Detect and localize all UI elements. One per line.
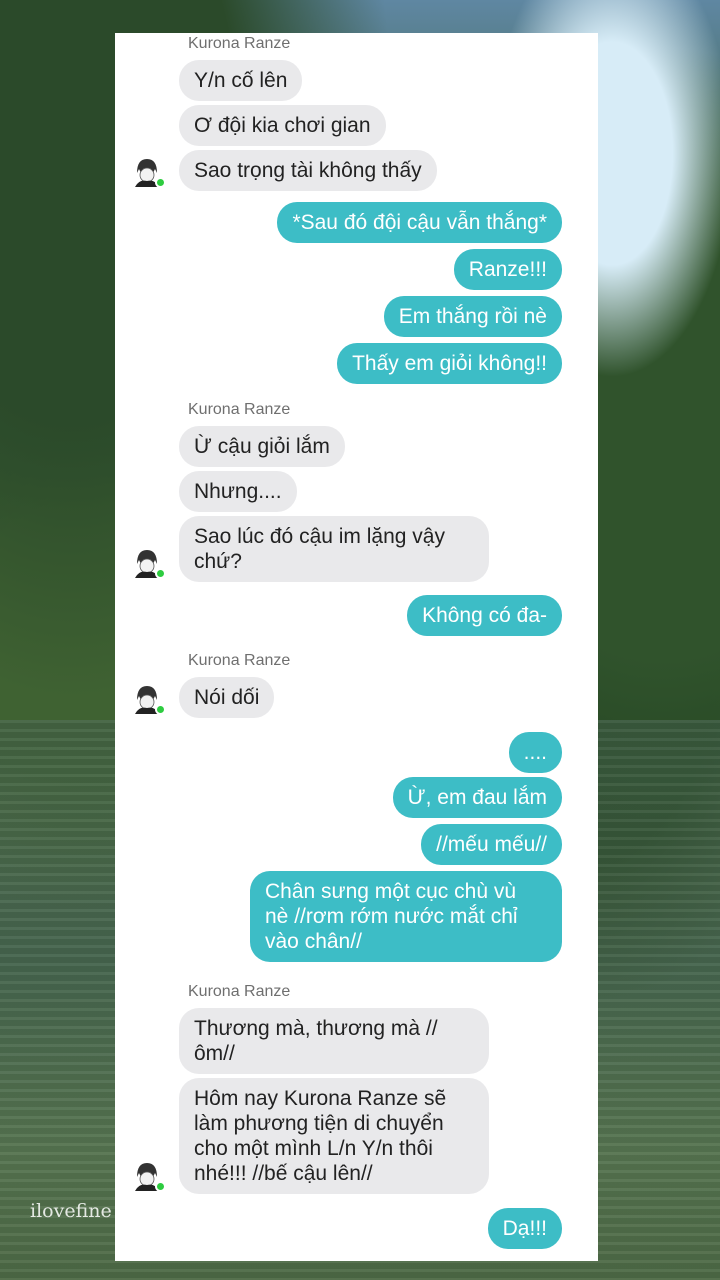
watermark: ilovefine [30, 1200, 112, 1222]
chat-panel: Kurona Ranze Y/n cố lên Ơ đội kia chơi g… [115, 33, 598, 1261]
message-outgoing: Thấy em giỏi không!! [337, 343, 562, 384]
sender-name: Kurona Ranze [188, 652, 291, 669]
message-incoming: Ơ đội kia chơi gian [179, 105, 386, 146]
message-outgoing: Em thắng rồi nè [383, 296, 562, 337]
message-incoming: Thương mà, thương mà // ôm// [179, 1008, 489, 1074]
message-outgoing: *Sau đó đội cậu vẫn thắng* [277, 202, 562, 243]
message-outgoing: Ừ, em đau lắm [392, 777, 562, 818]
message-incoming: Hôm nay Kurona Ranze sẽ làm phương tiện … [179, 1078, 489, 1194]
online-status-dot [155, 177, 166, 188]
sender-name: Kurona Ranze [188, 35, 291, 52]
message-outgoing: Ranze!!! [453, 249, 562, 290]
message-incoming: Nhưng.... [179, 471, 297, 512]
message-outgoing: .... [508, 732, 562, 773]
message-incoming: Nói dối [179, 677, 275, 718]
avatar[interactable] [129, 153, 166, 189]
message-incoming: Y/n cố lên [179, 60, 303, 101]
message-outgoing: Chân sưng một cục chù vù nè //rơm rớm nư… [250, 871, 562, 962]
online-status-dot [155, 1181, 166, 1192]
sender-name: Kurona Ranze [188, 983, 291, 1000]
sender-name: Kurona Ranze [188, 401, 291, 418]
message-incoming: Sao trọng tài không thấy [179, 150, 437, 191]
message-incoming: Ừ cậu giỏi lắm [179, 426, 345, 467]
message-outgoing: Dạ!!! [487, 1208, 562, 1249]
avatar[interactable] [129, 1157, 166, 1193]
avatar[interactable] [129, 680, 166, 716]
online-status-dot [155, 704, 166, 715]
online-status-dot [155, 568, 166, 579]
avatar[interactable] [129, 544, 166, 580]
message-incoming: Sao lúc đó cậu im lặng vậy chứ? [179, 516, 489, 582]
message-outgoing: //mếu mếu// [421, 824, 562, 865]
message-outgoing: Không có đa- [407, 595, 562, 636]
